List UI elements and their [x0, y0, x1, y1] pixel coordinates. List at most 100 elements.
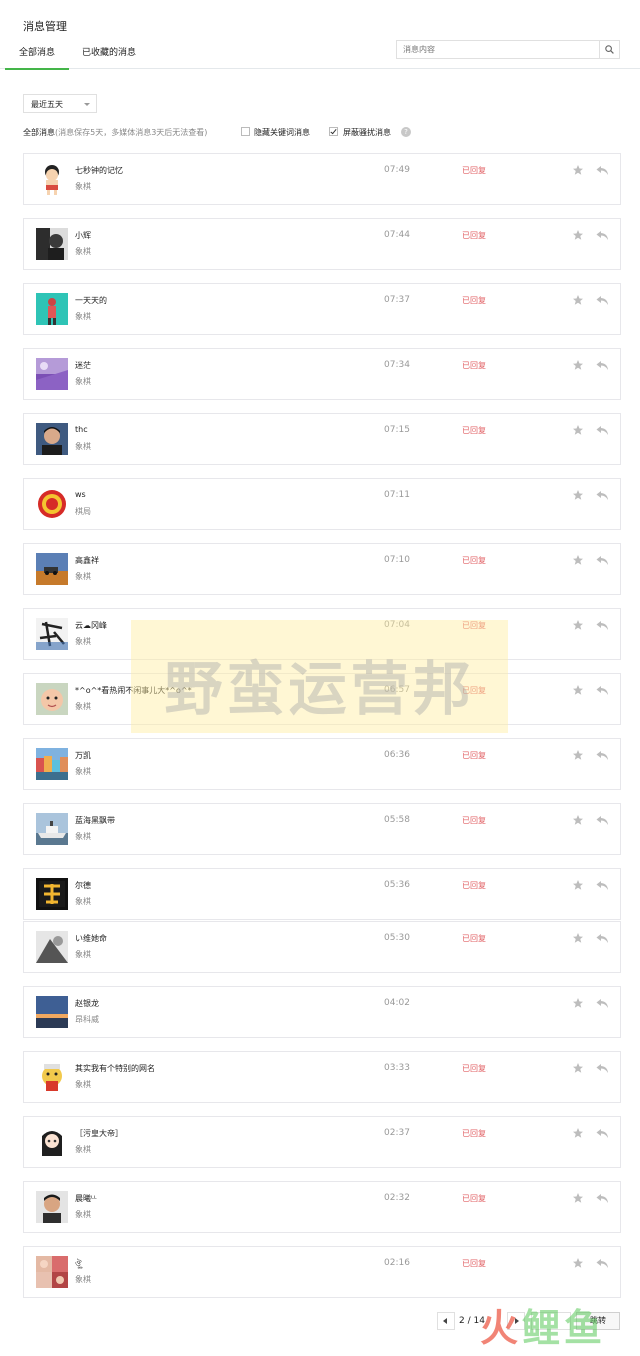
- sender-name[interactable]: ［污皇大帝］: [75, 1128, 123, 1139]
- star-icon[interactable]: [572, 997, 584, 1012]
- avatar[interactable]: [36, 878, 68, 910]
- avatar[interactable]: [36, 931, 68, 963]
- star-icon[interactable]: [572, 1062, 584, 1077]
- star-icon[interactable]: [572, 424, 584, 439]
- help-icon[interactable]: ?: [401, 127, 411, 137]
- avatar[interactable]: [36, 423, 68, 455]
- sender-group: 象棋: [75, 572, 91, 581]
- star-icon[interactable]: [572, 359, 584, 374]
- reply-icon[interactable]: [596, 685, 609, 699]
- block-spam-checkbox[interactable]: [329, 127, 338, 136]
- sender-name[interactable]: 万凯: [75, 750, 91, 761]
- tab-all-messages[interactable]: 全部消息: [5, 46, 69, 70]
- sender-name[interactable]: ঔৣ: [75, 1258, 82, 1271]
- sender-name[interactable]: 七秒钟的记忆: [75, 165, 123, 176]
- time-range-select[interactable]: 最近五天: [23, 94, 97, 113]
- message-summary: 全部消息(消息保存5天，多媒体消息3天后无法查看): [23, 127, 207, 139]
- avatar[interactable]: [36, 358, 68, 390]
- prev-page-button[interactable]: [437, 1312, 455, 1330]
- reply-icon[interactable]: [596, 1063, 609, 1077]
- sender-name[interactable]: 迷茫: [75, 360, 91, 371]
- reply-icon[interactable]: [596, 425, 609, 439]
- star-icon[interactable]: [572, 554, 584, 569]
- star-icon[interactable]: [572, 814, 584, 829]
- summary-title: 全部消息: [23, 128, 55, 137]
- reply-icon[interactable]: [596, 1258, 609, 1272]
- message-row: ws 棋局 07:11: [23, 478, 621, 530]
- message-time: 05:30: [384, 933, 410, 943]
- reply-status: 已回复: [462, 426, 486, 435]
- star-icon[interactable]: [572, 489, 584, 504]
- avatar[interactable]: [36, 1191, 68, 1223]
- message-row: 万凯 象棋 06:36 已回复: [23, 738, 621, 790]
- reply-status: 已回复: [462, 361, 486, 370]
- reply-icon[interactable]: [596, 750, 609, 764]
- message-row: 七秒钟的记忆 象棋 07:49 已回复: [23, 153, 621, 205]
- sender-name[interactable]: 云☁冈峰: [75, 620, 107, 631]
- reply-icon[interactable]: [596, 360, 609, 374]
- hide-keywords-checkbox[interactable]: [241, 127, 250, 136]
- avatar[interactable]: [36, 748, 68, 780]
- sender-name[interactable]: 一天天的: [75, 295, 107, 306]
- reply-icon[interactable]: [596, 880, 609, 894]
- sender-name[interactable]: thc: [75, 425, 88, 434]
- avatar[interactable]: [36, 488, 68, 520]
- reply-icon[interactable]: [596, 933, 609, 947]
- star-icon[interactable]: [572, 229, 584, 244]
- reply-icon[interactable]: [596, 1128, 609, 1142]
- sender-name[interactable]: 尔德: [75, 880, 91, 891]
- reply-icon[interactable]: [596, 230, 609, 244]
- avatar[interactable]: [36, 996, 68, 1028]
- sender-name[interactable]: 小辉: [75, 230, 91, 241]
- star-icon[interactable]: [572, 619, 584, 634]
- avatar[interactable]: [36, 618, 68, 650]
- avatar[interactable]: [36, 163, 68, 195]
- avatar[interactable]: [36, 1061, 68, 1093]
- search-icon: [605, 45, 614, 54]
- reply-icon[interactable]: [596, 165, 609, 179]
- avatar[interactable]: [36, 813, 68, 845]
- sender-name[interactable]: 晨曦ᴸᴸ: [75, 1193, 97, 1204]
- star-icon[interactable]: [572, 294, 584, 309]
- star-icon[interactable]: [572, 684, 584, 699]
- reply-icon[interactable]: [596, 490, 609, 504]
- sender-name[interactable]: 高鑫祥: [75, 555, 99, 566]
- avatar[interactable]: [36, 1256, 68, 1288]
- avatar[interactable]: [36, 293, 68, 325]
- star-icon[interactable]: [572, 164, 584, 179]
- sender-group: 象棋: [75, 897, 91, 906]
- message-time: 05:36: [384, 880, 410, 890]
- message-time: 02:16: [384, 1258, 410, 1268]
- reply-icon[interactable]: [596, 620, 609, 634]
- reply-icon[interactable]: [596, 998, 609, 1012]
- reply-icon[interactable]: [596, 815, 609, 829]
- star-icon[interactable]: [572, 1257, 584, 1272]
- tab-starred-messages[interactable]: 已收藏的消息: [82, 46, 136, 68]
- search-input[interactable]: [403, 43, 593, 56]
- sender-group: 象棋: [75, 702, 91, 711]
- search-button[interactable]: [599, 41, 619, 58]
- sender-name[interactable]: 其实我有个特别的网名: [75, 1063, 155, 1074]
- message-time: 06:36: [384, 750, 410, 760]
- reply-status: 已回复: [462, 166, 486, 175]
- sender-name[interactable]: ws: [75, 490, 86, 499]
- star-icon[interactable]: [572, 932, 584, 947]
- avatar[interactable]: [36, 553, 68, 585]
- star-icon[interactable]: [572, 1192, 584, 1207]
- sender-group: 象棋: [75, 832, 91, 841]
- sender-group: 象棋: [75, 637, 91, 646]
- star-icon[interactable]: [572, 749, 584, 764]
- avatar[interactable]: [36, 228, 68, 260]
- star-icon[interactable]: [572, 879, 584, 894]
- avatar[interactable]: [36, 1126, 68, 1158]
- message-row: ［污皇大帝］ 象棋 02:37 已回复: [23, 1116, 621, 1168]
- avatar[interactable]: [36, 683, 68, 715]
- reply-icon[interactable]: [596, 555, 609, 569]
- reply-icon[interactable]: [596, 1193, 609, 1207]
- sender-name[interactable]: 赵银龙: [75, 998, 99, 1009]
- sender-name[interactable]: 蓝海黑飘带: [75, 815, 115, 826]
- sender-name[interactable]: い维她命: [75, 933, 107, 944]
- star-icon[interactable]: [572, 1127, 584, 1142]
- reply-icon[interactable]: [596, 295, 609, 309]
- message-row: 一天天的 象棋 07:37 已回复: [23, 283, 621, 335]
